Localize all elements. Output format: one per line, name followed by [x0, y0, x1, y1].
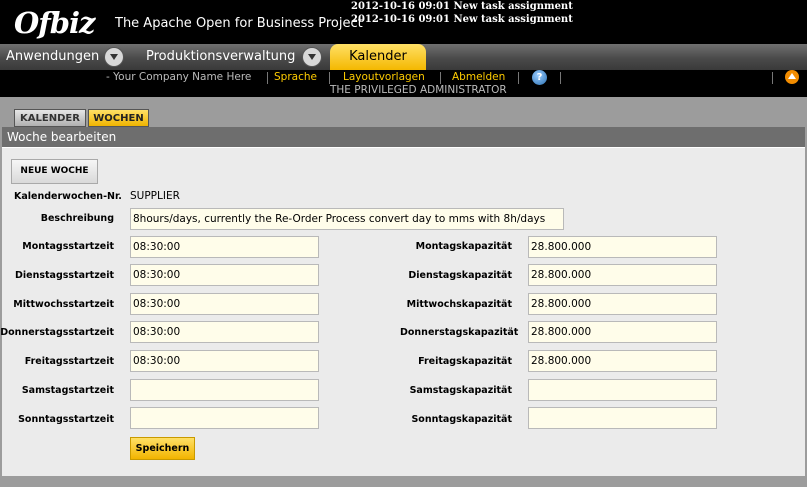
tuesday-start-field[interactable] — [130, 264, 319, 286]
tab-applications[interactable]: Anwendungen — [0, 44, 123, 70]
save-button[interactable]: Speichern — [130, 437, 195, 460]
monday-capacity-label: Montagskapazität — [415, 241, 512, 252]
thursday-capacity-field[interactable] — [528, 321, 717, 343]
monday-start-field[interactable] — [130, 236, 319, 258]
saturday-start-label: Samstagstartzeit — [21, 385, 114, 396]
separator — [772, 72, 773, 84]
separator — [560, 72, 561, 84]
logo-text: Ofbiz — [14, 6, 95, 40]
thursday-start-field[interactable] — [130, 321, 319, 343]
sunday-start-field[interactable] — [130, 407, 319, 429]
chevron-down-icon[interactable] — [105, 48, 123, 66]
wednesday-capacity-label: Mittwochskapazität — [406, 299, 512, 310]
separator — [440, 72, 441, 84]
tab-wochen[interactable]: WOCHEN — [88, 109, 149, 127]
tuesday-capacity-field[interactable] — [528, 264, 717, 286]
wednesday-start-label: Mittwochsstartzeit — [13, 299, 114, 310]
logged-in-user: THE PRIVILEGED ADMINISTRATOR — [330, 84, 507, 96]
notification-item[interactable]: 2012-10-16 09:01 New task assignment — [351, 0, 573, 13]
tab-bar-background — [0, 97, 807, 108]
notifications: 2012-10-16 09:01 New task assignment 201… — [351, 0, 573, 26]
tab-manufacturing[interactable]: Produktionsverwaltung — [140, 44, 321, 70]
chevron-down-icon[interactable] — [303, 48, 321, 66]
help-icon[interactable]: ? — [532, 70, 547, 85]
monday-start-label: Montagsstartzeit — [22, 241, 114, 252]
saturday-capacity-label: Samstagskapazität — [409, 385, 512, 396]
separator — [267, 72, 268, 84]
saturday-capacity-field[interactable] — [528, 379, 717, 401]
thursday-capacity-label: Donnerstagskapazität — [400, 327, 519, 338]
saturday-start-field[interactable] — [130, 379, 319, 401]
friday-start-label: Freitagsstartzeit — [24, 356, 114, 367]
user-bar: - Your Company Name Here Sprache Layoutv… — [0, 70, 807, 97]
friday-start-field[interactable] — [130, 350, 319, 372]
tab-kalender[interactable]: KALENDER — [14, 109, 86, 127]
calendar-week-label: Kalenderwochen-Nr. — [14, 191, 122, 202]
collapse-up-icon[interactable] — [785, 70, 799, 84]
layout-templates-link[interactable]: Layoutvorlagen — [343, 71, 425, 83]
monday-capacity-field[interactable] — [528, 236, 717, 258]
screenlet-title: Woche bearbeiten — [2, 127, 805, 147]
logout-link[interactable]: Abmelden — [452, 71, 505, 83]
header: Ofbiz The Apache Open for Business Proje… — [0, 0, 807, 44]
application-bar: Anwendungen Produktionsverwaltung Kalend… — [0, 44, 807, 70]
wednesday-start-field[interactable] — [130, 293, 319, 315]
friday-capacity-label: Freitagskapazität — [418, 356, 512, 367]
friday-capacity-field[interactable] — [528, 350, 717, 372]
app-title: The Apache Open for Business Project — [115, 16, 363, 31]
tab-calendar-active[interactable]: Kalender — [330, 44, 426, 70]
tab-applications-label: Anwendungen — [6, 49, 100, 64]
new-week-button[interactable]: NEUE WOCHE — [11, 159, 98, 184]
tab-manufacturing-label: Produktionsverwaltung — [146, 49, 296, 64]
sunday-start-label: Sonntagsstartzeit — [18, 414, 114, 425]
description-label: Beschreibung — [40, 213, 114, 224]
sunday-capacity-label: Sonntagskapazität — [411, 414, 512, 425]
wednesday-capacity-field[interactable] — [528, 293, 717, 315]
company-name: - Your Company Name Here — [106, 71, 252, 83]
tuesday-capacity-label: Dienstagskapazität — [408, 270, 512, 281]
notification-item[interactable]: 2012-10-16 09:01 New task assignment — [351, 13, 573, 26]
separator — [518, 72, 519, 84]
language-link[interactable]: Sprache — [274, 71, 317, 83]
sunday-capacity-field[interactable] — [528, 407, 717, 429]
tuesday-start-label: Dienstagsstartzeit — [14, 270, 114, 281]
description-field[interactable] — [130, 208, 564, 230]
thursday-start-label: Donnerstagsstartzeit — [0, 327, 114, 338]
separator — [329, 72, 330, 84]
ofbiz-logo[interactable]: Ofbiz — [6, 4, 102, 40]
calendar-week-value: SUPPLIER — [130, 190, 180, 202]
